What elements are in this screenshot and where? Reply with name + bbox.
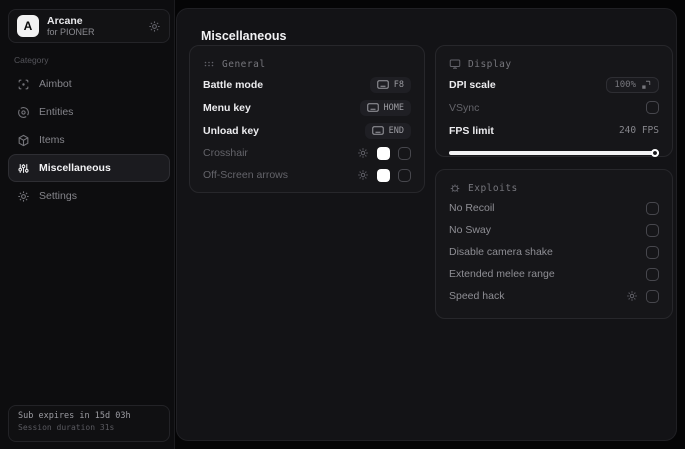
app-window: A Arcane for PIONER Category Aimbot Enti… — [0, 0, 685, 449]
app-logo: A — [17, 15, 39, 37]
gear-icon — [17, 190, 30, 203]
app-subtitle: for PIONER — [47, 26, 95, 37]
gear-icon[interactable] — [357, 169, 369, 181]
sidebar-item-label: Items — [39, 134, 65, 146]
sidebar-item-label: Miscellaneous — [39, 162, 111, 174]
sub-expires-text: Sub expires in 15d 03h — [18, 411, 131, 421]
setting-row-dpi-scale: DPI scale 100% — [449, 73, 659, 96]
setting-row-no-recoil: No Recoil — [449, 197, 659, 219]
sidebar-item-label: Entities — [39, 106, 74, 118]
session-duration-text: Session duration 31s — [18, 423, 115, 432]
setting-label: Menu key — [203, 101, 251, 114]
sidebar-item-miscellaneous[interactable]: Miscellaneous — [8, 154, 170, 182]
keyboard-icon — [366, 103, 379, 112]
page-title: Miscellaneous — [201, 29, 287, 43]
sidebar: A Arcane for PIONER Category Aimbot Enti… — [0, 0, 175, 449]
setting-row-disable-camera-shake: Disable camera shake — [449, 241, 659, 263]
setting-label: DPI scale — [449, 78, 496, 91]
app-name: Arcane — [47, 14, 83, 27]
gear-icon[interactable] — [148, 20, 161, 33]
brand-text: Arcane for PIONER — [47, 15, 140, 37]
keybind-button[interactable]: END — [364, 122, 411, 139]
keybind-value: F8 — [393, 79, 404, 90]
extended-melee-range-checkbox[interactable] — [646, 267, 659, 281]
general-panel: General Battle mode F8 Menu key HOME Unl… — [189, 45, 425, 193]
aimbot-scan-icon — [17, 78, 30, 91]
bug-icon — [449, 182, 461, 194]
keybind-value: END — [388, 125, 404, 136]
keybind-value: HOME — [383, 102, 404, 113]
subscription-card: Sub expires in 15d 03h Session duration … — [8, 405, 170, 442]
setting-row-vsync: VSync — [449, 96, 659, 119]
disable-camera-shake-checkbox[interactable] — [646, 245, 659, 259]
setting-row-crosshair: Crosshair — [203, 142, 411, 164]
brand-card[interactable]: A Arcane for PIONER — [8, 9, 170, 43]
setting-row-no-sway: No Sway — [449, 219, 659, 241]
offscreen-arrows-checkbox[interactable] — [398, 168, 411, 182]
setting-row-battle-mode: Battle mode F8 — [203, 73, 411, 96]
sidebar-nav: Aimbot Entities Items Miscellaneous Sett… — [8, 70, 170, 210]
slider-knob[interactable] — [651, 149, 659, 157]
no-sway-checkbox[interactable] — [646, 223, 659, 237]
setting-row-speed-hack: Speed hack — [449, 285, 659, 307]
setting-row-menu-key: Menu key HOME — [203, 96, 411, 119]
sidebar-item-label: Settings — [39, 190, 77, 202]
no-recoil-checkbox[interactable] — [646, 201, 659, 215]
vsync-checkbox[interactable] — [646, 101, 659, 114]
setting-row-unload-key: Unload key END — [203, 119, 411, 142]
sliders-icon — [17, 162, 30, 175]
setting-row-fps-limit: FPS limit 240 FPS — [449, 119, 659, 142]
sidebar-item-settings[interactable]: Settings — [8, 182, 170, 210]
setting-label: Crosshair — [203, 147, 248, 159]
sidebar-item-items[interactable]: Items — [8, 126, 170, 154]
exploits-panel-header: Exploits — [449, 179, 659, 197]
keybind-button[interactable]: F8 — [369, 76, 411, 93]
fps-limit-slider[interactable] — [449, 149, 659, 157]
dpi-scale-value: 100% — [614, 79, 636, 90]
setting-label: Battle mode — [203, 78, 264, 91]
keybind-button[interactable]: HOME — [359, 99, 411, 116]
exploits-panel-title: Exploits — [468, 182, 518, 194]
display-panel-header: Display — [449, 55, 659, 73]
display-panel-title: Display — [468, 58, 512, 70]
color-swatch[interactable] — [377, 146, 390, 160]
setting-row-offscreen-arrows: Off-Screen arrows — [203, 164, 411, 186]
setting-label: Speed hack — [449, 290, 505, 302]
sidebar-item-aimbot[interactable]: Aimbot — [8, 70, 170, 98]
scale-icon — [642, 80, 651, 89]
setting-row-extended-melee-range: Extended melee range — [449, 263, 659, 285]
slider-track[interactable] — [449, 151, 659, 155]
keyboard-icon — [371, 126, 384, 135]
setting-label: No Sway — [449, 224, 492, 236]
main-content: Miscellaneous General Battle mode F8 Men… — [176, 8, 677, 441]
items-box-icon — [17, 134, 30, 147]
display-panel: Display DPI scale 100% VSync FPS limit 2… — [435, 45, 673, 157]
entities-icon — [17, 106, 30, 119]
monitor-icon — [449, 58, 461, 70]
setting-label: FPS limit — [449, 124, 494, 137]
setting-label: Off-Screen arrows — [203, 169, 288, 181]
sidebar-item-entities[interactable]: Entities — [8, 98, 170, 126]
setting-label: Extended melee range — [449, 268, 555, 280]
color-swatch[interactable] — [377, 168, 390, 182]
crosshair-checkbox[interactable] — [398, 146, 411, 160]
setting-label: VSync — [449, 101, 480, 114]
fps-limit-value: 240 FPS — [618, 125, 659, 136]
setting-label: No Recoil — [449, 202, 495, 214]
setting-label: Disable camera shake — [449, 246, 553, 258]
general-panel-header: General — [203, 55, 411, 73]
setting-label: Unload key — [203, 124, 260, 137]
gear-icon[interactable] — [357, 147, 369, 159]
sidebar-item-label: Aimbot — [39, 78, 72, 90]
speed-hack-checkbox[interactable] — [646, 289, 659, 303]
keyboard-icon — [377, 80, 389, 89]
category-label: Category — [14, 55, 49, 65]
grid-icon — [203, 58, 215, 70]
gear-icon[interactable] — [626, 290, 638, 302]
general-panel-title: General — [222, 58, 266, 70]
dpi-scale-selector[interactable]: 100% — [606, 76, 659, 93]
exploits-panel: Exploits No Recoil No Sway Disable camer… — [435, 169, 673, 319]
